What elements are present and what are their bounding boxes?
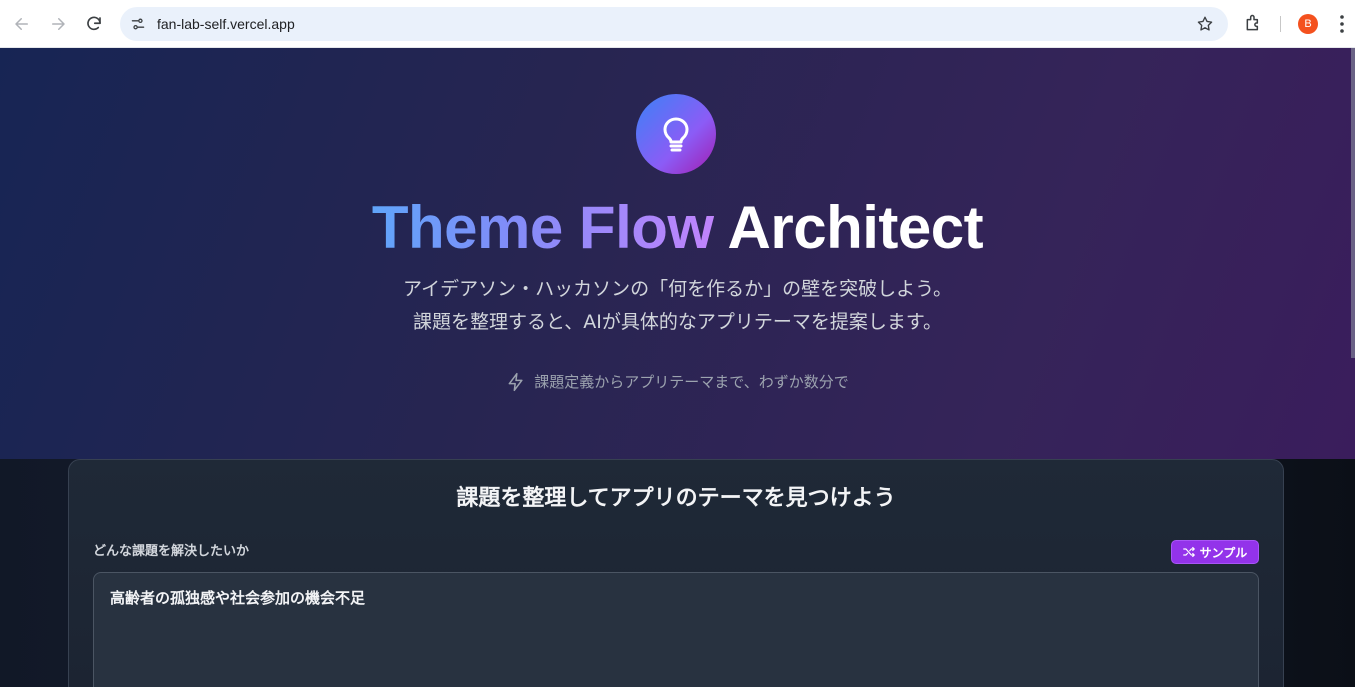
kebab-menu-icon[interactable]: [1334, 13, 1350, 35]
hero-subtitle-line1: アイデアソン・ハッカソンの「何を作るか」の壁を突破しよう。: [403, 278, 952, 300]
app-title: Theme Flow Architect: [0, 190, 1355, 266]
back-icon[interactable]: [10, 12, 34, 36]
sample-button-label: サンプル: [1199, 545, 1248, 560]
bookmark-star-icon[interactable]: [1196, 15, 1214, 33]
form-section: 課題を整理してアプリのテーマを見つけよう どんな課題を解決したいか サンプル 高…: [0, 459, 1355, 687]
extensions-icon[interactable]: [1244, 13, 1264, 33]
reload-icon[interactable]: [82, 12, 106, 36]
profile-avatar[interactable]: B: [1298, 14, 1318, 34]
lightning-bolt-icon: [506, 372, 526, 392]
url-text[interactable]: fan-lab-self.vercel.app: [157, 7, 295, 41]
page-scrollbar[interactable]: [1351, 48, 1355, 358]
hero-subtitle-line2: 課題を整理すると、AIが具体的なアプリテーマを提案します。: [413, 311, 942, 333]
hero-tagline-text: 課題定義からアプリテーマまで、わずか数分で: [534, 373, 849, 391]
toolbar-divider: [1280, 16, 1281, 32]
browser-toolbar: fan-lab-self.vercel.app B: [0, 0, 1355, 48]
card-title: 課題を整理してアプリのテーマを見つけよう: [456, 486, 896, 511]
hero-section: Theme Flow Architect アイデアソン・ハッカソンの「何を作るか…: [0, 48, 1355, 459]
site-info-icon[interactable]: [128, 14, 148, 34]
problem-textarea[interactable]: 高齢者の孤独感や社会参加の機会不足: [93, 572, 1259, 687]
shuffle-icon: [1182, 546, 1195, 558]
problem-card: 課題を整理してアプリのテーマを見つけよう どんな課題を解決したいか サンプル 高…: [68, 459, 1284, 687]
problem-label: どんな課題を解決したいか: [93, 544, 250, 559]
forward-icon[interactable]: [46, 12, 70, 36]
lightbulb-logo-icon: [636, 94, 716, 174]
hero-tagline: 課題定義からアプリテーマまで、わずか数分で: [0, 370, 1355, 394]
address-bar[interactable]: fan-lab-self.vercel.app: [120, 7, 1228, 41]
app-title-gradient: Theme Flow: [371, 194, 714, 261]
app-title-plain: Architect: [727, 194, 984, 261]
sample-button[interactable]: サンプル: [1171, 540, 1259, 564]
